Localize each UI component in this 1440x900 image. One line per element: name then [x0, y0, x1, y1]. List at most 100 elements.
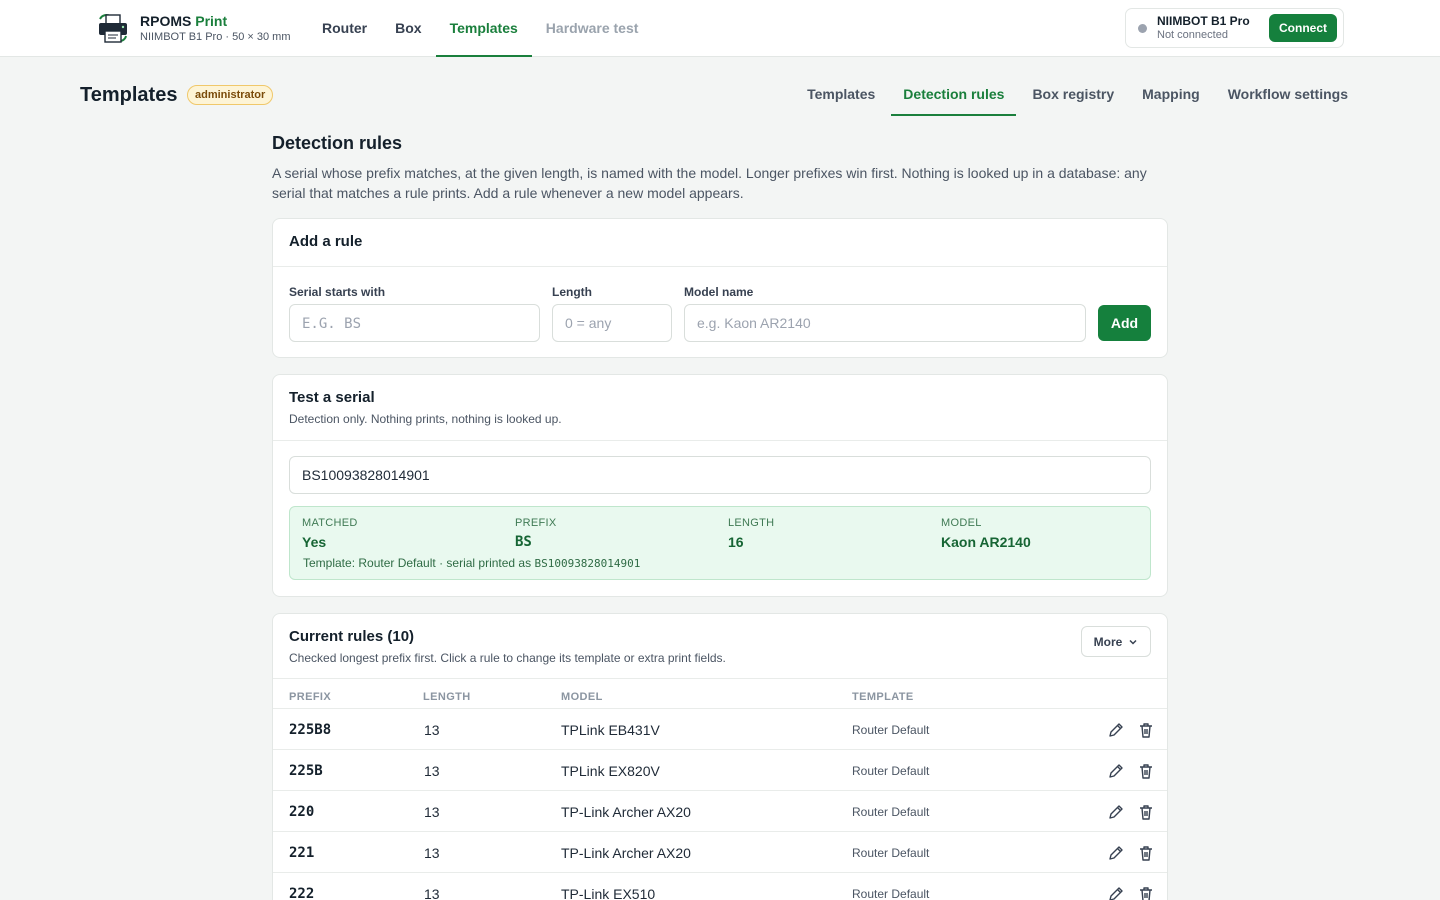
serial-input[interactable] — [289, 456, 1151, 494]
model-input[interactable] — [684, 304, 1086, 342]
trash-icon[interactable] — [1136, 720, 1156, 740]
rule-model: TP-Link Archer AX20 — [561, 803, 691, 820]
detection-rules-section: Detection rules A serial whose prefix ma… — [272, 132, 1168, 900]
connect-button[interactable]: Connect — [1269, 14, 1337, 42]
result-length-value: 16 — [728, 534, 744, 550]
tab-box-registry[interactable]: Box registry — [1020, 74, 1126, 116]
sub-nav: Templates Detection rules Box registry M… — [791, 74, 1360, 116]
rule-prefix: 225B8 — [289, 721, 332, 738]
status-dot-icon — [1138, 23, 1147, 33]
result-matched-label: MATCHED — [302, 517, 358, 529]
trash-icon[interactable] — [1136, 761, 1156, 781]
rule-model: TPLink EX820V — [561, 762, 660, 779]
tab-workflow-settings[interactable]: Workflow settings — [1216, 74, 1360, 116]
chevron-down-icon — [1129, 639, 1137, 645]
rule-prefix: 222 — [289, 885, 315, 900]
detection-result: MATCHED Yes PREFIX BS LENGTH 16 MODEL Ka… — [289, 506, 1151, 580]
rule-length: 13 — [424, 762, 440, 779]
main-nav: Router Box Templates Hardware test — [308, 0, 652, 57]
prefix-input[interactable] — [289, 304, 540, 342]
table-row[interactable]: 221 13 TP-Link Archer AX20 Router Defaul… — [273, 831, 1167, 872]
test-serial-title: Test a serial — [289, 389, 375, 406]
result-matched-value: Yes — [302, 534, 327, 550]
printer-logo-icon — [96, 12, 132, 44]
col-model: MODEL — [561, 691, 603, 703]
more-label: More — [1093, 634, 1123, 649]
nav-box[interactable]: Box — [381, 0, 435, 57]
pencil-icon[interactable] — [1106, 802, 1126, 822]
prefix-label: Serial starts with — [289, 285, 386, 299]
section-description: A serial whose prefix matches, at the gi… — [272, 165, 1147, 201]
top-bar: RPOMS Print NIIMBOT B1 Pro · 50 × 30 mm … — [0, 0, 1440, 57]
trash-icon[interactable] — [1136, 802, 1156, 822]
col-length: LENGTH — [423, 691, 471, 703]
rule-length: 13 — [424, 721, 440, 738]
result-length-label: LENGTH — [728, 517, 775, 529]
model-label: Model name — [684, 285, 754, 299]
result-prefix-value: BS — [515, 534, 532, 550]
result-prefix-label: PREFIX — [515, 517, 557, 529]
test-serial-header: Test a serial Detection only. Nothing pr… — [273, 375, 1167, 441]
rule-template: Router Default — [852, 722, 930, 737]
add-rule-title: Add a rule — [289, 233, 363, 250]
pencil-icon[interactable] — [1106, 843, 1126, 863]
test-serial-subtitle: Detection only. Nothing prints, nothing … — [289, 412, 562, 426]
more-button[interactable]: More — [1081, 626, 1151, 657]
rule-prefix: 220 — [289, 803, 315, 820]
result-matched: MATCHED Yes — [302, 517, 358, 550]
brand-subtitle: NIIMBOT B1 Pro · 50 × 30 mm — [140, 31, 291, 43]
rule-length: 13 — [424, 803, 440, 820]
printer-status: Not connected — [1157, 29, 1228, 41]
add-rule-header: Add a rule — [273, 219, 1167, 267]
rules-header: Current rules (10) Checked longest prefi… — [273, 614, 1167, 679]
trash-icon[interactable] — [1136, 884, 1156, 900]
brand-name: RPOMS Print — [140, 13, 228, 29]
add-rule-button[interactable]: Add — [1098, 305, 1151, 341]
rule-length: 13 — [424, 844, 440, 861]
printer-name: NIIMBOT B1 Pro — [1157, 14, 1250, 28]
nav-templates[interactable]: Templates — [435, 0, 532, 57]
col-prefix: PREFIX — [289, 691, 332, 703]
tab-mapping[interactable]: Mapping — [1130, 74, 1212, 116]
section-title: Detection rules — [272, 133, 403, 153]
length-input[interactable] — [552, 304, 672, 342]
result-length: LENGTH 16 — [728, 517, 774, 550]
col-template: TEMPLATE — [852, 691, 914, 703]
table-row[interactable]: 225B 13 TPLink EX820V Router Default — [273, 749, 1167, 790]
rule-model: TP-Link Archer AX20 — [561, 844, 691, 861]
current-rules-card: Current rules (10) Checked longest prefi… — [272, 613, 1168, 900]
result-prefix: PREFIX BS — [515, 517, 557, 550]
page-title: Templates — [80, 84, 178, 106]
pencil-icon[interactable] — [1106, 884, 1126, 900]
rule-prefix: 221 — [289, 844, 315, 861]
table-row[interactable]: 225B8 13 TPLink EB431V Router Default — [273, 708, 1167, 749]
brand[interactable]: RPOMS Print NIIMBOT B1 Pro · 50 × 30 mm — [96, 12, 290, 44]
table-row[interactable]: 220 13 TP-Link Archer AX20 Router Defaul… — [273, 790, 1167, 831]
pencil-icon[interactable] — [1106, 761, 1126, 781]
rule-length: 13 — [424, 885, 440, 900]
trash-icon[interactable] — [1136, 843, 1156, 863]
rules-title: Current rules (10) — [289, 628, 415, 645]
tab-detection-rules[interactable]: Detection rules — [891, 74, 1017, 116]
result-note: Template: Router Default · serial printe… — [303, 556, 640, 570]
result-note-serial: BS10093828014901 — [534, 557, 641, 570]
rules-subtitle: Checked longest prefix first. Click a ru… — [289, 651, 726, 665]
rule-template: Router Default — [852, 763, 930, 778]
nav-hardware-test[interactable]: Hardware test — [532, 0, 653, 57]
rule-template: Router Default — [852, 886, 930, 900]
length-label: Length — [552, 285, 592, 299]
add-rule-card: Add a rule Serial starts with Length Mod… — [272, 218, 1168, 358]
rule-template: Router Default — [852, 845, 930, 860]
rule-prefix: 225B — [289, 762, 323, 779]
result-note-text: Template: Router Default · serial printe… — [303, 556, 535, 570]
nav-router[interactable]: Router — [308, 0, 381, 57]
result-model: MODEL Kaon AR2140 — [941, 517, 1031, 550]
tab-templates[interactable]: Templates — [795, 74, 887, 116]
result-model-value: Kaon AR2140 — [941, 534, 1031, 550]
role-badge: administrator — [187, 85, 274, 105]
rule-model: TP-Link EX510 — [561, 885, 656, 900]
printer-status-panel: NIIMBOT B1 Pro Not connected Connect — [1125, 8, 1344, 48]
test-serial-card: Test a serial Detection only. Nothing pr… — [272, 374, 1168, 597]
pencil-icon[interactable] — [1106, 720, 1126, 740]
table-row[interactable]: 222 13 TP-Link EX510 Router Default — [273, 872, 1167, 900]
